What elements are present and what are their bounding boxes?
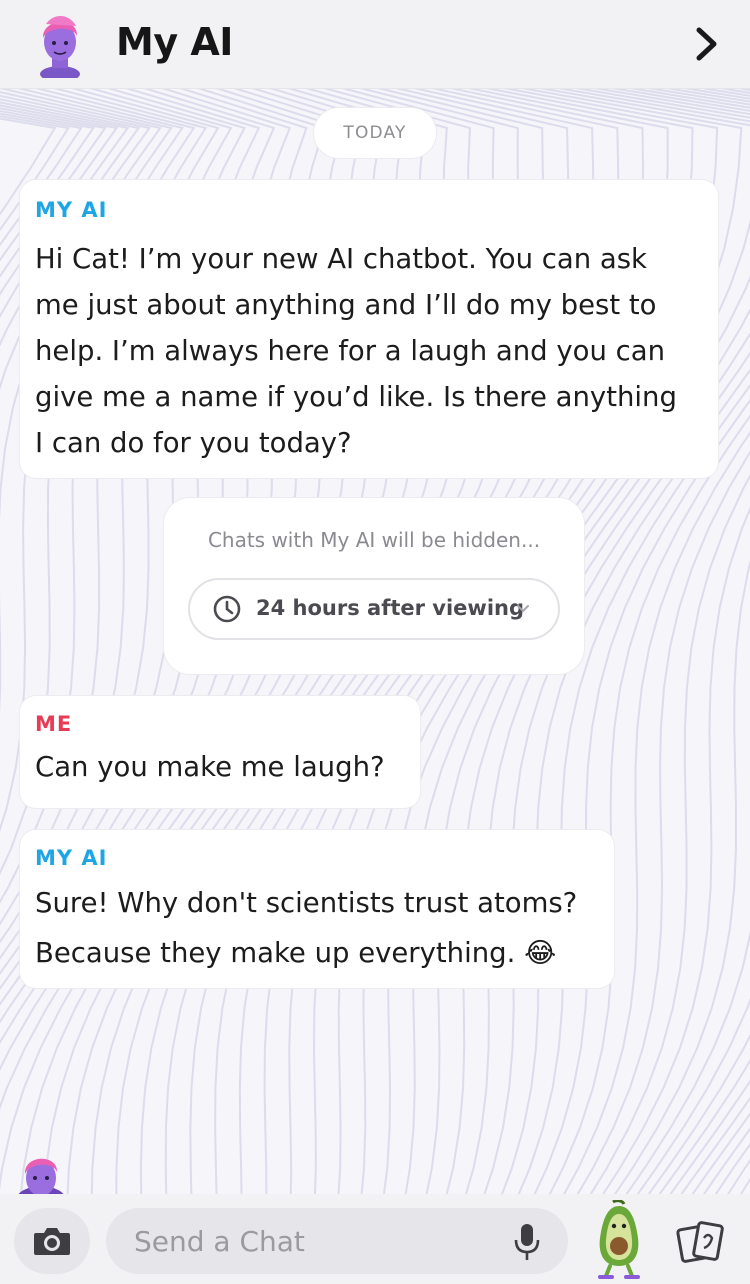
date-separator: TODAY [314, 108, 436, 158]
ai-avatar-icon [18, 1158, 64, 1194]
chat-header: My AI [0, 0, 750, 89]
bitmoji-avatar-icon[interactable] [30, 10, 90, 78]
chat-input[interactable] [106, 1208, 568, 1274]
message-text: Hi Cat! I’m your new AI chatbot. You can… [35, 243, 677, 459]
avocado-bitmoji-icon[interactable] [592, 1200, 646, 1280]
message-text: Sure! Why don't scientists trust atoms? … [35, 887, 578, 969]
sticker-cards-icon[interactable] [676, 1220, 726, 1264]
chat-visibility-card: Chats with My AI will be hidden... 24 ho… [164, 498, 584, 674]
chevron-down-icon [517, 605, 529, 613]
visibility-duration-select[interactable]: 24 hours after viewing [188, 578, 560, 640]
camera-button[interactable] [14, 1208, 90, 1274]
message-bubble-ai[interactable]: MY AI Sure! Why don't scientists trust a… [20, 830, 614, 988]
chat-composer [0, 1194, 750, 1284]
chat-title[interactable]: My AI [116, 20, 233, 64]
visibility-notice-text: Chats with My AI will be hidden... [207, 528, 541, 552]
message-bubble-me[interactable]: ME Can you make me laugh? [20, 696, 420, 808]
microphone-icon[interactable] [512, 1222, 542, 1262]
sender-label: ME [35, 712, 73, 736]
sender-label: MY AI [35, 846, 108, 870]
camera-icon [34, 1228, 70, 1255]
message-bubble-ai[interactable]: MY AI Hi Cat! I’m your new AI chatbot. Y… [20, 180, 718, 478]
chevron-right-icon[interactable] [694, 26, 720, 62]
message-text: Can you make me laugh? [35, 751, 385, 783]
visibility-duration-label: 24 hours after viewing [256, 596, 524, 620]
sender-label: MY AI [35, 198, 108, 222]
clock-icon [213, 595, 241, 623]
